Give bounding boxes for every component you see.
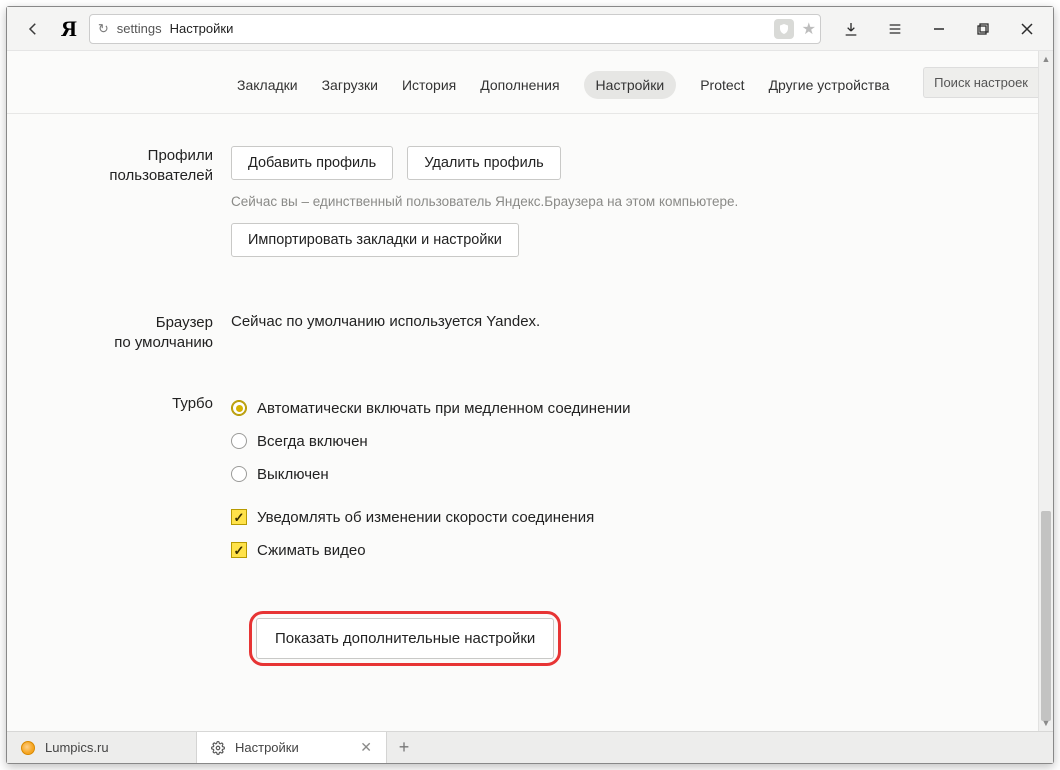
radio-label: Всегда включен [257,433,368,450]
yandex-logo[interactable]: Я [61,16,77,42]
add-profile-button[interactable]: Добавить профиль [231,146,393,180]
back-button[interactable] [15,14,51,44]
section-turbo: Турбо Автоматически включать при медленн… [7,354,1038,575]
tab-lumpics[interactable]: Lumpics.ru [7,732,197,763]
scroll-thumb[interactable] [1041,511,1051,721]
tab-bar: Lumpics.ru Настройки ✕ + [7,731,1053,763]
address-key: settings [117,21,162,36]
nav-protect[interactable]: Protect [700,77,744,93]
nav-downloads[interactable]: Загрузки [322,77,378,93]
default-browser-text: Сейчас по умолчанию используется Yandex. [231,313,1014,330]
radio-label: Выключен [257,466,329,483]
turbo-check-compress-video[interactable]: Сжимать видео [231,542,1014,559]
search-settings-input[interactable]: Поиск настроек [923,67,1038,98]
settings-page: Закладки Загрузки История Дополнения Нас… [7,51,1038,731]
section-profiles: Профили пользователей Добавить профиль У… [7,114,1038,265]
radio-icon [231,466,247,482]
bookmark-star-icon[interactable]: ★ [802,19,816,39]
profiles-hint: Сейчас вы – единственный пользователь Ян… [231,194,1014,209]
turbo-check-notify[interactable]: Уведомлять об изменении скорости соедине… [231,509,1014,526]
window-minimize-button[interactable] [917,14,961,44]
section-label: Турбо [172,395,213,412]
nav-bookmarks[interactable]: Закладки [237,77,298,93]
scrollbar[interactable]: ▲ ▼ [1038,51,1053,731]
nav-history[interactable]: История [402,77,456,93]
new-tab-button[interactable]: + [387,732,421,763]
gear-icon [211,741,225,755]
titlebar: Я ↻ settings Настройки ★ [7,7,1053,51]
section-label: Браузер [156,314,213,331]
settings-nav: Закладки Загрузки История Дополнения Нас… [7,51,1038,114]
tab-title: Lumpics.ru [45,740,109,755]
nav-addons[interactable]: Дополнения [480,77,559,93]
reload-icon[interactable]: ↻ [98,21,109,37]
remove-profile-button[interactable]: Удалить профиль [407,146,560,180]
tab-title: Настройки [235,740,299,755]
section-label: Профили [148,147,213,164]
scroll-up-icon[interactable]: ▲ [1039,51,1053,67]
downloads-button[interactable] [829,14,873,44]
turbo-radio-always[interactable]: Всегда включен [231,433,1014,450]
browser-window: Я ↻ settings Настройки ★ [6,6,1054,764]
radio-icon [231,400,247,416]
section-default-browser: Браузер по умолчанию Сейчас по умолчанию… [7,265,1038,354]
nav-settings[interactable]: Настройки [584,71,677,99]
address-bar[interactable]: ↻ settings Настройки ★ [89,14,821,44]
import-bookmarks-button[interactable]: Импортировать закладки и настройки [231,223,519,257]
window-close-button[interactable] [1005,14,1049,44]
radio-label: Автоматически включать при медленном сое… [257,400,630,417]
checkbox-label: Уведомлять об изменении скорости соедине… [257,509,594,526]
checkbox-label: Сжимать видео [257,542,366,559]
nav-devices[interactable]: Другие устройства [769,77,890,93]
checkbox-icon [231,509,247,525]
section-label: пользователей [109,167,213,184]
tab-settings[interactable]: Настройки ✕ [197,732,387,763]
close-icon[interactable]: ✕ [360,739,372,756]
section-label: по умолчанию [114,334,213,351]
orange-dot-icon [21,741,35,755]
show-advanced-settings-button[interactable]: Показать дополнительные настройки [256,618,554,659]
menu-button[interactable] [873,14,917,44]
checkbox-icon [231,542,247,558]
turbo-radio-auto[interactable]: Автоматически включать при медленном сое… [231,400,1014,417]
address-title: Настройки [170,21,234,36]
scroll-down-icon[interactable]: ▼ [1039,715,1053,731]
highlight-callout: Показать дополнительные настройки [249,611,561,666]
radio-icon [231,433,247,449]
turbo-radio-off[interactable]: Выключен [231,466,1014,483]
shield-icon[interactable] [774,19,794,39]
window-maximize-button[interactable] [961,14,1005,44]
